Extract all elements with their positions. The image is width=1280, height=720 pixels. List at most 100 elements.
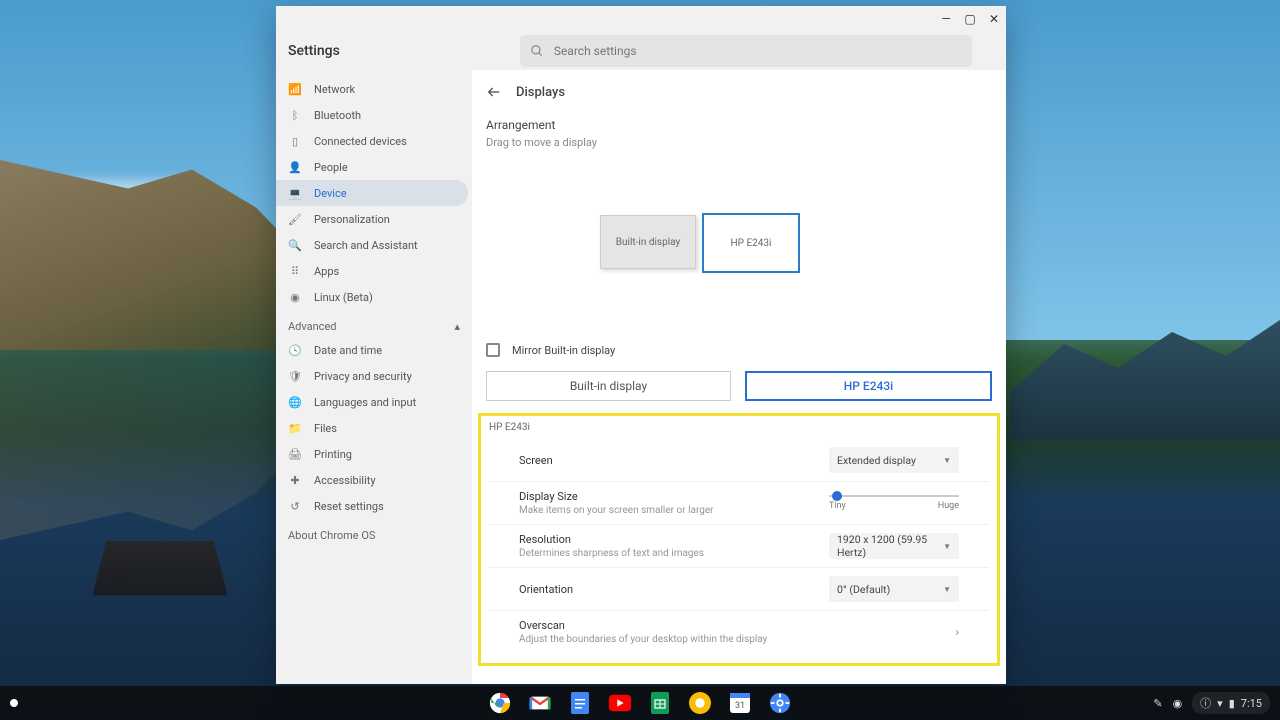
app-docs[interactable] (569, 692, 591, 714)
wifi-icon: ▾ (1217, 697, 1223, 710)
arrangement-hint: Drag to move a display (486, 136, 992, 149)
printer-icon: 🖨 (288, 447, 302, 461)
sidebar-item-date-time[interactable]: 🕓Date and time (276, 337, 472, 363)
arrangement-label: Arrangement (486, 118, 992, 132)
maximize-button[interactable]: ▢ (964, 13, 976, 25)
setting-desc: Make items on your screen smaller or lar… (519, 505, 829, 516)
back-button[interactable] (486, 84, 502, 100)
sidebar-item-label: Accessibility (314, 474, 376, 487)
tab-builtin-display[interactable]: Built-in display (486, 371, 731, 401)
globe-icon: 🌐 (288, 395, 302, 409)
app-sheets[interactable] (649, 692, 671, 714)
sidebar-item-label: Device (314, 187, 347, 200)
dropdown-value: 0° (Default) (837, 583, 890, 596)
sidebar-item-accessibility[interactable]: ✚ Accessibility (276, 467, 472, 493)
sidebar-item-printing[interactable]: 🖨 Printing (276, 441, 472, 467)
sidebar-item-label: Personalization (314, 213, 390, 226)
sidebar-item-label: Connected devices (314, 135, 407, 148)
sidebar-item-files[interactable]: 📁Files (276, 415, 472, 441)
setting-name: Resolution (519, 533, 829, 546)
display-box-builtin[interactable]: Built-in display (600, 215, 696, 269)
app-calendar[interactable]: 31 (729, 692, 751, 714)
search-input[interactable] (554, 44, 962, 58)
wifi-icon: 📶 (288, 82, 302, 96)
app-settings[interactable] (769, 692, 791, 714)
sidebar-item-label: Reset settings (314, 500, 384, 513)
slider-max-label: Huge (938, 501, 959, 511)
sidebar-item-apps[interactable]: ⠿ Apps (276, 258, 472, 284)
resolution-dropdown[interactable]: 1920 x 1200 (59.95 Hertz) ▼ (829, 533, 959, 559)
display-box-label: Built-in display (616, 237, 680, 248)
sidebar-about[interactable]: About Chrome OS (276, 519, 472, 552)
person-icon: 👤 (288, 160, 302, 174)
dropdown-value: 1920 x 1200 (59.95 Hertz) (837, 533, 943, 559)
chevron-right-icon: › (955, 625, 959, 639)
tray-pen-icon[interactable]: ✎ (1153, 697, 1162, 710)
sidebar-item-label: People (314, 161, 348, 174)
sidebar-advanced-toggle[interactable]: Advanced ▴ (276, 310, 472, 337)
sidebar-item-people[interactable]: 👤 People (276, 154, 472, 180)
apps-icon: ⠿ (288, 264, 302, 278)
mirror-label: Mirror Built-in display (512, 344, 615, 357)
sidebar-item-network[interactable]: 📶 Network (276, 76, 472, 102)
sidebar-item-search-assistant[interactable]: 🔍Search and Assistant (276, 232, 472, 258)
sidebar-item-label: Network (314, 83, 355, 96)
close-button[interactable]: ✕ (988, 13, 1000, 25)
chevron-down-icon: ▼ (943, 456, 951, 465)
screen-dropdown[interactable]: Extended display ▼ (829, 447, 959, 473)
setting-name: Overscan (519, 619, 829, 632)
sidebar-section-label: Advanced (288, 320, 336, 333)
sidebar-item-privacy[interactable]: 🛡Privacy and security (276, 363, 472, 389)
dropdown-value: Extended display (837, 454, 916, 467)
slider-min-label: Tiny (829, 501, 846, 511)
launcher-button[interactable] (10, 699, 18, 707)
sidebar-item-languages[interactable]: 🌐 Languages and input (276, 389, 472, 415)
system-tray[interactable]: ✎ ◉ ⓘ ▾ ▮ 7:15 (1153, 692, 1270, 714)
sidebar-item-label: Printing (314, 448, 352, 461)
clock-icon: 🕓 (288, 343, 302, 357)
sidebar-item-label: Apps (314, 265, 339, 278)
chevron-up-icon: ▴ (454, 320, 460, 333)
search-icon (530, 44, 544, 58)
tray-notification-icon[interactable]: ◉ (1173, 697, 1183, 710)
display-box-label: HP E243i (731, 238, 772, 249)
sidebar-item-label: Languages and input (314, 396, 416, 409)
accessibility-icon: ✚ (288, 473, 302, 487)
laptop-icon: 💻 (288, 186, 302, 200)
brush-icon: 🖌 (288, 212, 302, 226)
slider-thumb[interactable] (832, 491, 842, 501)
display-box-external[interactable]: HP E243i (702, 213, 800, 273)
search-box[interactable] (520, 35, 972, 67)
status-area[interactable]: ⓘ ▾ ▮ 7:15 (1192, 692, 1270, 714)
chevron-down-icon: ▼ (943, 585, 951, 594)
clock: 7:15 (1241, 697, 1262, 710)
battery-icon: ▮ (1229, 697, 1235, 710)
arrangement-zone[interactable]: Built-in display HP E243i (486, 155, 992, 331)
sidebar-item-personalization[interactable]: 🖌 Personalization (276, 206, 472, 232)
setting-row-orientation: Orientation 0° (Default) ▼ (489, 568, 989, 611)
app-youtube[interactable] (609, 692, 631, 714)
svg-text:31: 31 (735, 701, 745, 711)
orientation-dropdown[interactable]: 0° (Default) ▼ (829, 576, 959, 602)
tab-external-display[interactable]: HP E243i (745, 371, 992, 401)
phone-icon: ▯ (288, 134, 302, 148)
app-gmail[interactable] (529, 692, 551, 714)
app-keep[interactable] (689, 692, 711, 714)
sidebar-item-label: Privacy and security (314, 370, 412, 383)
setting-row-overscan[interactable]: Overscan Adjust the boundaries of your d… (489, 611, 989, 653)
folder-icon: 📁 (288, 421, 302, 435)
display-size-slider[interactable] (829, 495, 959, 497)
sidebar-item-bluetooth[interactable]: ᛒBluetooth (276, 102, 472, 128)
mirror-checkbox[interactable] (486, 343, 500, 357)
setting-row-screen: Screen Extended display ▼ (489, 439, 989, 482)
sidebar-item-linux[interactable]: ◉Linux (Beta) (276, 284, 472, 310)
sidebar-item-connected-devices[interactable]: ▯ Connected devices (276, 128, 472, 154)
reset-icon: ↺ (288, 499, 302, 513)
sidebar-item-label: Bluetooth (314, 109, 361, 122)
minimize-button[interactable]: ― (940, 13, 952, 25)
page-title: Displays (516, 85, 565, 100)
app-chrome[interactable] (489, 692, 511, 714)
sidebar-item-device[interactable]: 💻 Device (276, 180, 468, 206)
display-settings-panel: HP E243i Screen Extended display ▼ Displ… (478, 413, 1000, 666)
sidebar-item-reset[interactable]: ↺ Reset settings (276, 493, 472, 519)
